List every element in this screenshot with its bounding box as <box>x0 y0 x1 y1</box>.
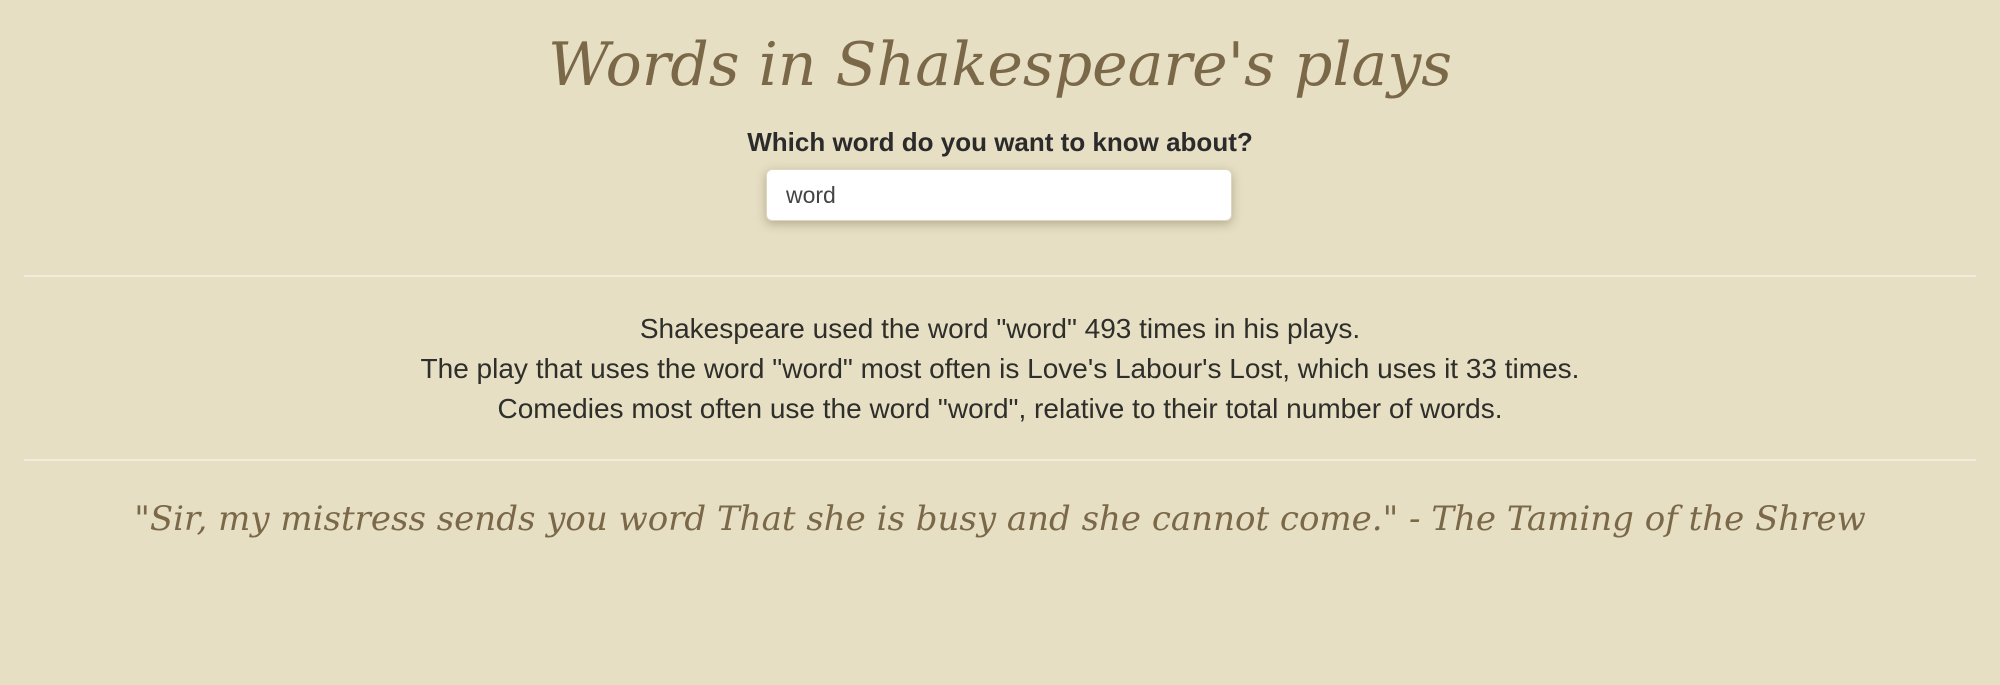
genre-text: Comedies most often use the word "word",… <box>497 393 1503 424</box>
top-divider <box>24 275 1976 277</box>
quote-text: "Sir, my mistress sends you word That sh… <box>134 499 1866 539</box>
results-section: Shakespeare used the word "word" 493 tim… <box>0 309 2000 429</box>
bottom-divider <box>24 459 1976 461</box>
page-title: Words in Shakespeare's plays <box>547 30 1453 100</box>
total-count-text: Shakespeare used the word "word" 493 tim… <box>639 313 1361 344</box>
top-play-text: The play that uses the word "word" most … <box>420 353 1580 384</box>
search-label: Which word do you want to know about? <box>747 127 1253 157</box>
word-search-input[interactable] <box>766 169 1232 221</box>
